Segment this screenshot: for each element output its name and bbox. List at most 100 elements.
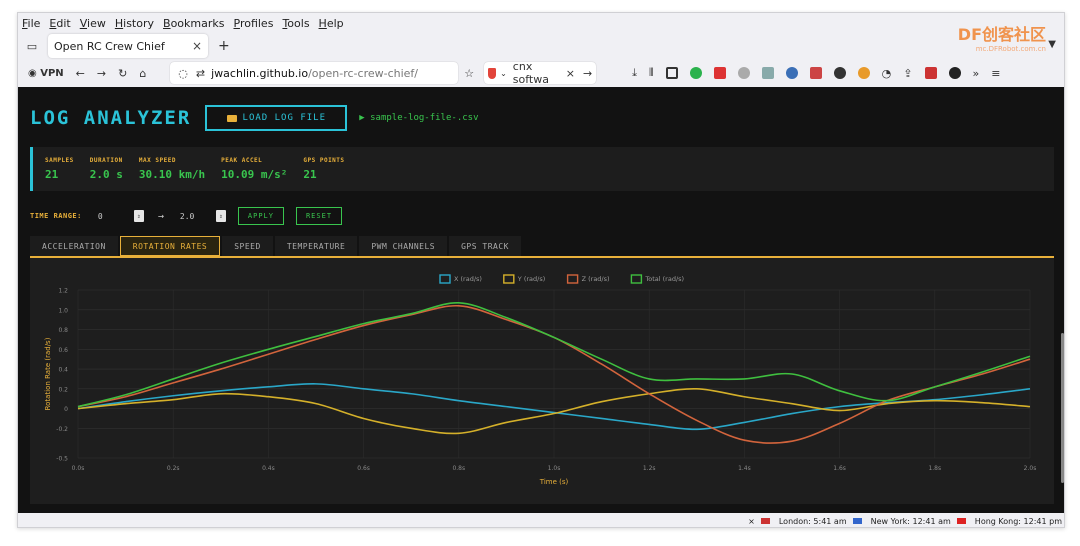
stat-max-speed: MAX SPEED 30.10 km/h xyxy=(139,147,205,191)
tab-list-icon[interactable]: ▭ xyxy=(22,36,42,56)
x-axis-label: Time (s) xyxy=(539,478,569,486)
browser-tab-title: Open RC Crew Chief xyxy=(54,39,165,53)
forward-icon[interactable]: → xyxy=(97,67,106,80)
x-tick-label: 0.6s xyxy=(357,465,370,472)
stat-label: GPS POINTS xyxy=(303,157,345,164)
extension-c-icon[interactable] xyxy=(833,67,846,79)
gauge-icon[interactable]: ◔ xyxy=(882,67,892,80)
reset-button[interactable]: RESET xyxy=(295,207,343,225)
watermark-logo: DF创客社区 mc.DFRobot.com.cn xyxy=(958,21,1046,53)
clock-london-text: London: 5:41 am xyxy=(778,516,847,526)
screenshot-icon[interactable] xyxy=(665,67,678,79)
stat-value: 21 xyxy=(303,168,317,181)
y-tick-label: 0.4 xyxy=(58,367,68,374)
clock-hongkong: Hong Kong: 12:41 pm xyxy=(956,516,1062,526)
statusbar-close-icon[interactable]: × xyxy=(748,517,755,526)
stat-value: 10.09 m/s² xyxy=(221,168,288,181)
vpn-button[interactable]: ◉ VPN xyxy=(28,68,64,79)
browser-tab-active[interactable]: Open RC Crew Chief × xyxy=(48,34,208,58)
stat-gps-points: GPS POINTS 21 xyxy=(303,147,344,191)
tab-rotation-rates[interactable]: ROTATION RATES xyxy=(119,236,221,256)
clock-newyork-text: New York: 12:41 am xyxy=(870,516,951,526)
x-tick-label: 1.4s xyxy=(738,465,751,472)
extension-link-icon[interactable] xyxy=(761,67,774,79)
load-log-file-button[interactable]: LOAD LOG FILE xyxy=(205,105,348,131)
menu-file[interactable]: File xyxy=(22,17,40,30)
back-icon[interactable]: ← xyxy=(76,67,85,80)
extension-shield-icon[interactable] xyxy=(924,67,937,79)
menu-view[interactable]: View xyxy=(80,17,106,30)
stat-duration: DURATION 2.0 s xyxy=(90,147,123,191)
overflow-menu-icon[interactable]: » xyxy=(973,67,980,80)
extension-green-icon[interactable] xyxy=(689,67,702,79)
search-bar[interactable]: ⌄ cnx softwa × → xyxy=(484,60,597,86)
download-icon[interactable]: ⤓ xyxy=(632,66,637,80)
browser-window: File Edit View History Bookmarks Profile… xyxy=(17,12,1065,528)
tab-pwm-channels[interactable]: PWM CHANNELS xyxy=(359,236,448,256)
time-range-end-input[interactable]: 2.0 ⇕ xyxy=(177,209,226,223)
start-spinner-icon[interactable]: ⇕ xyxy=(133,210,144,222)
x-tick-label: 0.4s xyxy=(262,465,275,472)
tab-speed[interactable]: SPEED xyxy=(222,236,273,256)
stat-label: MAX SPEED xyxy=(138,157,176,164)
stats-panel: SAMPLES 21 DURATION 2.0 s MAX SPEED 30.1… xyxy=(30,147,1054,191)
stat-value: 30.10 km/h xyxy=(138,168,206,181)
extension-multi-icon[interactable] xyxy=(809,67,822,79)
stat-value: 21 xyxy=(45,168,59,181)
menu-profiles[interactable]: Profiles xyxy=(233,17,273,30)
extension-globe-icon[interactable] xyxy=(785,67,798,79)
watermark-main: DF创客社区 xyxy=(957,25,1046,44)
tab-temperature[interactable]: TEMPERATURE xyxy=(274,236,358,256)
y-tick-label: -0.2 xyxy=(56,426,68,433)
menu-tools[interactable]: Tools xyxy=(282,17,309,30)
url-path: /open-rc-crew-chief/ xyxy=(308,66,419,80)
end-spinner-icon[interactable]: ⇕ xyxy=(215,210,226,222)
menu-bookmarks[interactable]: Bookmarks xyxy=(163,17,224,30)
library-icon[interactable]: ⫴ xyxy=(649,66,654,80)
bookmark-star-icon[interactable]: ☆ xyxy=(464,67,474,80)
search-clear-icon[interactable]: × xyxy=(566,67,575,80)
tab-gps-track[interactable]: GPS TRACK xyxy=(449,236,521,256)
stat-peak-accel: PEAK ACCEL 10.09 m/s² xyxy=(221,147,287,191)
extension-gray-icon[interactable] xyxy=(737,67,750,79)
home-icon[interactable]: ⌂ xyxy=(139,67,146,80)
extension-dark-icon[interactable] xyxy=(948,67,961,79)
menu-edit[interactable]: Edit xyxy=(49,17,70,30)
clock-london: London: 5:41 am xyxy=(760,516,847,526)
vpn-label: VPN xyxy=(40,67,64,79)
chart-tabs: ACCELERATION ROTATION RATES SPEED TEMPER… xyxy=(30,236,523,256)
apply-button[interactable]: APPLY xyxy=(237,207,284,225)
menu-help[interactable]: Help xyxy=(319,17,344,30)
menu-history[interactable]: History xyxy=(115,17,154,30)
search-text: cnx softwa xyxy=(512,60,549,86)
watermark-sub: mc.DFRobot.com.cn xyxy=(975,45,1046,53)
time-range-start-input[interactable]: 0 ⇕ xyxy=(95,209,144,223)
loaded-file-name: ▶ sample-log-file-.csv xyxy=(359,113,479,123)
extensions-toolbar: ⤓ ⫴ ◔ ⇪ » ≡ xyxy=(626,66,1006,80)
status-bar: × London: 5:41 am New York: 12:41 am Hon… xyxy=(18,513,1064,527)
extension-orange-icon[interactable] xyxy=(857,67,870,79)
x-tick-label: 1.2s xyxy=(643,465,656,472)
search-dropdown-icon[interactable]: ⌄ xyxy=(500,69,507,78)
x-tick-label: 2.0s xyxy=(1024,465,1037,472)
x-tick-label: 0.2s xyxy=(167,465,180,472)
close-tab-icon[interactable]: × xyxy=(192,39,202,53)
tab-acceleration[interactable]: ACCELERATION xyxy=(30,236,118,256)
time-range-start-value: 0 xyxy=(97,211,103,221)
y-tick-label: 0.6 xyxy=(58,347,68,354)
url-bar[interactable]: ◌ ⇄ jwachlin.github.io/open-rc-crew-chie… xyxy=(170,62,459,84)
time-range-controls: TIME RANGE: 0 ⇕ → 2.0 ⇕ APPLY RESET xyxy=(30,207,343,225)
legend-label: Z (rad/s) xyxy=(582,275,610,283)
search-go-icon[interactable]: → xyxy=(583,67,592,80)
share-icon[interactable]: ⇪ xyxy=(903,67,912,80)
extension-red-icon[interactable] xyxy=(713,67,726,79)
hamburger-menu-icon[interactable]: ≡ xyxy=(991,67,1000,80)
stat-label: DURATION xyxy=(89,157,123,164)
chevron-down-icon[interactable]: ▼ xyxy=(1048,39,1056,50)
reload-icon[interactable]: ↻ xyxy=(118,67,127,80)
new-tab-button[interactable]: + xyxy=(218,38,230,54)
x-tick-label: 0.0s xyxy=(72,465,85,472)
clock-hongkong-text: Hong Kong: 12:41 pm xyxy=(974,516,1062,526)
page-scrollbar[interactable] xyxy=(1061,333,1064,483)
legend-swatch xyxy=(503,274,515,284)
